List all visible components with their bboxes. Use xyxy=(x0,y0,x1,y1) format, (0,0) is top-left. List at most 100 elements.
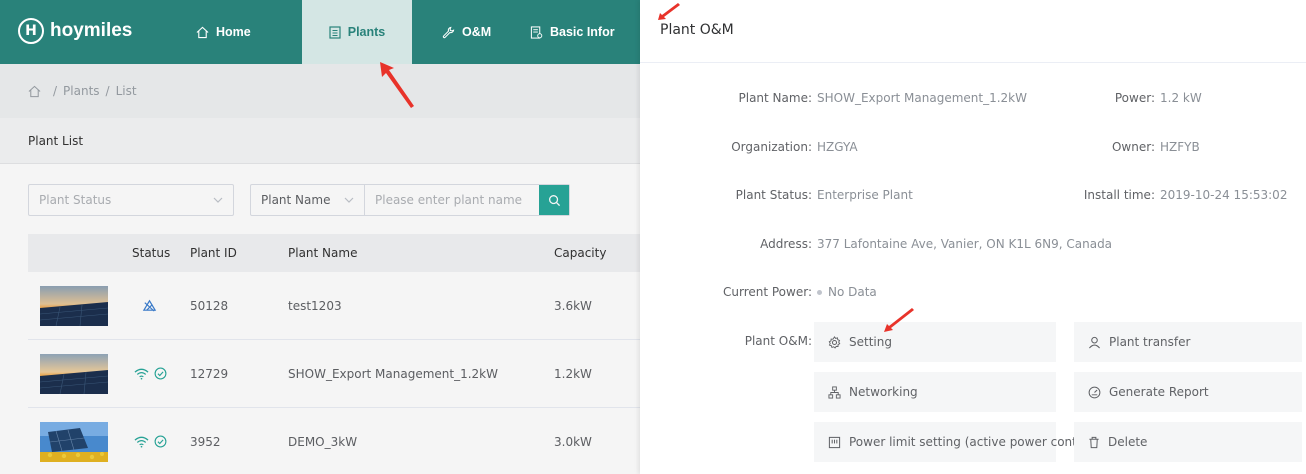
check-circle-icon xyxy=(154,435,167,448)
plant-capacity: 3.6kW xyxy=(554,298,592,313)
plant-status-placeholder: Plant Status xyxy=(39,193,112,207)
table-row[interactable]: 12729 SHOW_Export Management_1.2kW 1.2kW xyxy=(28,340,640,408)
plant-id: 3952 xyxy=(190,434,221,449)
breadcrumb-list: List xyxy=(115,84,137,98)
install-time-label: Install time: xyxy=(1083,188,1155,202)
wrench-icon xyxy=(442,26,455,38)
wifi-icon xyxy=(134,368,149,380)
organization-value: HZGYA xyxy=(817,140,858,154)
breadcrumb-plants[interactable]: Plants xyxy=(63,84,100,98)
plant-name-value: SHOW_Export Management_1.2kW xyxy=(817,91,1027,105)
hoymiles-logo[interactable]: H hoymiles xyxy=(18,18,132,44)
search-field-select[interactable]: Plant Name xyxy=(251,185,365,215)
chevron-down-icon xyxy=(213,197,223,203)
plant-om-drawer: Plant O&M Plant Name: SHOW_Export Manage… xyxy=(640,0,1306,474)
plant-status-value: Enterprise Plant xyxy=(817,188,913,202)
owner-value: HZFYB xyxy=(1160,140,1200,154)
nav-home-label: Home xyxy=(216,25,251,39)
generate-report-button[interactable]: Generate Report xyxy=(1074,372,1302,412)
networking-label: Networking xyxy=(849,385,918,399)
divider xyxy=(640,62,1306,63)
nav-basic-info[interactable]: Basic Infor xyxy=(530,0,615,64)
power-label: Power: xyxy=(1114,91,1155,105)
generate-report-label: Generate Report xyxy=(1109,385,1209,399)
table-row[interactable]: 50128 test1203 3.6kW xyxy=(28,272,640,340)
plant-status-label: Plant Status: xyxy=(735,188,812,202)
nav-plants-label: Plants xyxy=(347,25,386,39)
plant-list-page: H hoymiles Home Plants O&M Basic Infor /… xyxy=(0,0,640,474)
search-field-value: Plant Name xyxy=(261,193,331,207)
col-plant-id: Plant ID xyxy=(190,246,237,260)
networking-button[interactable]: Networking xyxy=(814,372,1056,412)
document-icon xyxy=(329,25,341,39)
gear-icon xyxy=(828,335,841,349)
nav-om-label: O&M xyxy=(462,25,492,39)
plant-capacity: 3.0kW xyxy=(554,434,592,449)
search-icon xyxy=(548,194,560,206)
nav-plants[interactable]: Plants xyxy=(302,0,412,64)
search-button[interactable] xyxy=(539,185,569,215)
plant-name[interactable]: DEMO_3kW xyxy=(288,408,357,474)
col-capacity: Capacity xyxy=(554,246,607,260)
dashboard-icon xyxy=(1088,386,1101,398)
address-value: 377 Lafontaine Ave, Vanier, ON K1L 6N9, … xyxy=(817,237,1113,251)
plant-name-search-input[interactable] xyxy=(365,185,539,215)
annotation-arrow-icon xyxy=(380,62,414,108)
check-circle-icon xyxy=(154,367,167,380)
plant-thumbnail xyxy=(40,354,108,394)
status-dot xyxy=(817,290,822,295)
nav-basic-info-label: Basic Infor xyxy=(550,25,615,39)
delete-label: Delete xyxy=(1108,435,1148,449)
control-panel-icon xyxy=(828,436,841,448)
plant-thumbnail xyxy=(40,422,108,462)
breadcrumb: / Plants / List xyxy=(0,64,640,118)
network-icon xyxy=(828,385,841,399)
plant-name[interactable]: SHOW_Export Management_1.2kW xyxy=(288,340,498,407)
status-cell xyxy=(134,408,167,474)
current-power-label: Current Power: xyxy=(722,285,812,299)
no-signal-icon xyxy=(142,299,157,312)
plant-name-label: Plant Name: xyxy=(738,91,813,105)
col-status: Status xyxy=(132,246,171,260)
plant-om-label: Plant O&M: xyxy=(744,334,812,348)
plant-transfer-button[interactable]: Plant transfer xyxy=(1074,322,1302,362)
plant-name[interactable]: test1203 xyxy=(288,272,342,339)
trash-icon xyxy=(1089,436,1099,448)
table-row[interactable]: 3952 DEMO_3kW 3.0kW xyxy=(28,408,640,474)
plant-id: 12729 xyxy=(190,366,229,381)
plant-capacity: 1.2kW xyxy=(554,366,592,381)
setting-label: Setting xyxy=(849,335,892,349)
col-plant-name: Plant Name xyxy=(288,246,358,260)
wifi-icon xyxy=(134,436,149,448)
logo-mark: H xyxy=(18,18,44,44)
install-time-value: 2019-10-24 15:53:02 xyxy=(1160,188,1288,202)
status-cell xyxy=(134,340,167,407)
nav-home[interactable]: Home xyxy=(196,0,251,64)
annotation-arrow-icon xyxy=(884,308,914,332)
organization-label: Organization: xyxy=(731,140,812,154)
power-limit-label: Power limit setting (active power contro… xyxy=(849,435,1097,449)
address-label: Address: xyxy=(760,237,812,251)
owner-label: Owner: xyxy=(1111,140,1155,154)
home-icon xyxy=(196,26,209,38)
plant-status-select[interactable]: Plant Status xyxy=(28,184,234,216)
drawer-title: Plant O&M xyxy=(660,22,734,38)
breadcrumb-separator: / xyxy=(53,84,58,98)
plant-search-group: Plant Name xyxy=(250,184,570,216)
plant-transfer-label: Plant transfer xyxy=(1109,335,1191,349)
plant-list-title: Plant List xyxy=(0,118,640,164)
annotation-arrow-icon xyxy=(658,3,680,20)
brand-name: hoymiles xyxy=(50,20,133,41)
setting-button[interactable]: Setting xyxy=(814,322,1056,362)
status-cell xyxy=(142,272,157,339)
info-doc-icon xyxy=(530,25,543,39)
table-header: Status Plant ID Plant Name Capacity xyxy=(28,234,640,272)
home-icon[interactable] xyxy=(28,85,41,98)
top-navigation: H hoymiles Home Plants O&M Basic Infor xyxy=(0,0,640,64)
chevron-down-icon xyxy=(344,197,354,203)
user-icon xyxy=(1089,336,1100,348)
plant-id: 50128 xyxy=(190,298,229,313)
delete-button[interactable]: Delete xyxy=(1074,422,1302,462)
power-limit-setting-button[interactable]: Power limit setting (active power contro… xyxy=(814,422,1097,462)
nav-om[interactable]: O&M xyxy=(442,0,491,64)
